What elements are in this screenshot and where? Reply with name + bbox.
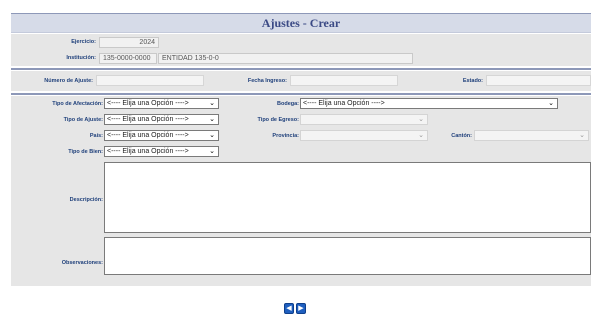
chevron-down-icon: ⌄	[209, 100, 215, 107]
observaciones-textarea[interactable]	[104, 237, 591, 275]
page-title: Ajustes - Crear	[261, 15, 341, 30]
ejercicio-value: 2024	[99, 37, 159, 48]
tipo-ajuste-selected: <---- Elija una Opción ---->	[107, 116, 189, 123]
header-section: Ejercicio: 2024 Institución: 135-0000-00…	[11, 34, 591, 66]
section-divider	[11, 68, 591, 70]
estado-label: Estado:	[462, 78, 483, 84]
ejercicio-label: Ejercicio:	[71, 39, 96, 45]
form-section: Tipo de Afectación: <---- Elija una Opci…	[11, 96, 591, 286]
back-arrow-icon: ◀	[286, 305, 292, 312]
chevron-down-icon: ⌄	[548, 100, 554, 107]
chevron-down-icon: ⌄	[418, 132, 424, 139]
page-header: Ajustes - Crear	[11, 13, 591, 33]
institucion-label: Institución:	[66, 55, 96, 61]
institucion-code: 135-0000-0000	[99, 53, 157, 64]
fecha-ingreso-field[interactable]	[290, 75, 398, 86]
tipo-afectacion-selected: <---- Elija una Opción ---->	[107, 100, 189, 107]
institucion-name: ENTIDAD 135-0-0	[158, 53, 413, 64]
pais-selected: <---- Elija una Opción ---->	[107, 132, 189, 139]
bodega-selected: <---- Elija una Opción ---->	[303, 100, 385, 107]
tipo-ajuste-select[interactable]: <---- Elija una Opción ----> ⌄	[104, 114, 219, 125]
provincia-select[interactable]: ⌄	[300, 130, 428, 141]
tipo-egreso-select[interactable]: ⌄	[300, 114, 428, 125]
forward-button[interactable]: ▶	[296, 303, 306, 314]
tipo-afectacion-label: Tipo de Afectación:	[52, 101, 103, 107]
estado-field[interactable]	[486, 75, 591, 86]
tipo-egreso-label: Tipo de Egreso:	[257, 117, 299, 123]
observaciones-label: Observaciones:	[61, 260, 103, 266]
back-button[interactable]: ◀	[284, 303, 294, 314]
tipo-bien-selected: <---- Elija una Opción ---->	[107, 148, 189, 155]
forward-arrow-icon: ▶	[298, 305, 304, 312]
descripcion-label: Descripción:	[69, 197, 103, 203]
tipo-bien-select[interactable]: <---- Elija una Opción ----> ⌄	[104, 146, 219, 157]
descripcion-textarea[interactable]	[104, 162, 591, 233]
chevron-down-icon: ⌄	[209, 116, 215, 123]
numero-ajuste-field[interactable]	[96, 75, 204, 86]
fecha-ingreso-label: Fecha Ingreso:	[247, 78, 287, 84]
canton-select[interactable]: ⌄	[474, 130, 589, 141]
bodega-select[interactable]: <---- Elija una Opción ----> ⌄	[300, 98, 558, 109]
pais-select[interactable]: <---- Elija una Opción ----> ⌄	[104, 130, 219, 141]
chevron-down-icon: ⌄	[579, 132, 585, 139]
pais-label: País:	[89, 133, 103, 139]
chevron-down-icon: ⌄	[209, 132, 215, 139]
provincia-label: Provincia:	[272, 133, 299, 139]
chevron-down-icon: ⌄	[209, 148, 215, 155]
numero-ajuste-label: Número de Ajuste:	[44, 78, 93, 84]
tipo-bien-label: Tipo de Bien:	[68, 149, 103, 155]
chevron-down-icon: ⌄	[418, 116, 424, 123]
info-section: Número de Ajuste: Fecha Ingreso: Estado:	[11, 71, 591, 91]
canton-label: Cantón:	[451, 133, 472, 139]
section-divider	[11, 93, 591, 95]
bodega-label: Bodega:	[277, 101, 299, 107]
tipo-afectacion-select[interactable]: <---- Elija una Opción ----> ⌄	[104, 98, 219, 109]
tipo-ajuste-label: Tipo de Ajuste:	[63, 117, 103, 123]
